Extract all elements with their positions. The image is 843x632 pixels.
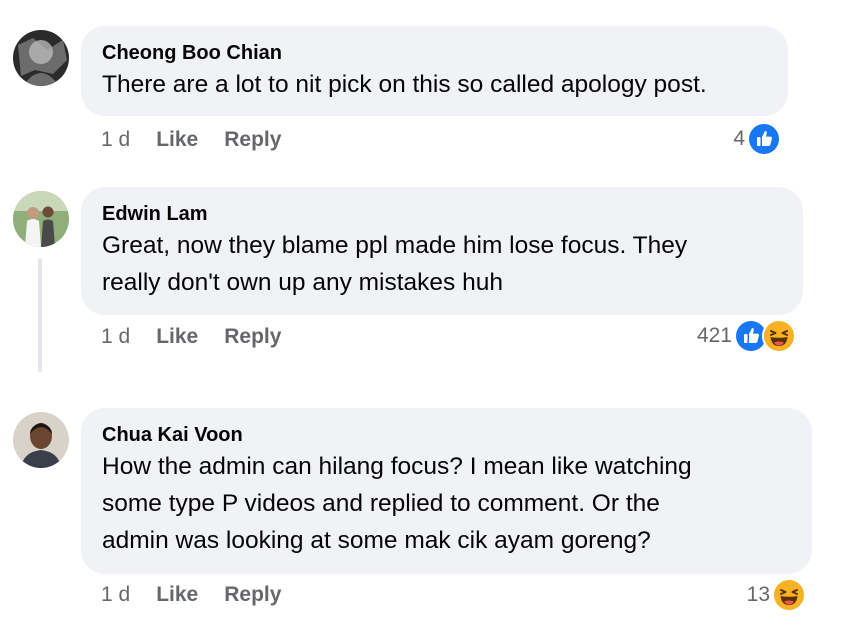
reaction-count: 421 <box>696 324 732 347</box>
reply-button[interactable]: Reply <box>224 583 281 607</box>
comment-bubble: Edwin Lam Great, now they blame ppl made… <box>81 187 803 315</box>
comment-timestamp[interactable]: 1 d <box>101 583 130 607</box>
reaction-count: 13 <box>746 583 770 606</box>
comment-author[interactable]: Edwin Lam <box>102 201 783 227</box>
comment-bubble: Chua Kai Voon How the admin can hilang f… <box>81 408 812 574</box>
reaction-count: 4 <box>733 127 745 150</box>
comment-timestamp[interactable]: 1 d <box>101 128 130 152</box>
reaction-summary[interactable]: 4 <box>733 121 781 157</box>
comment-author[interactable]: Cheong Boo Chian <box>102 40 768 66</box>
like-button[interactable]: Like <box>156 128 198 152</box>
comment-actions: 1 d Like Reply <box>101 580 281 610</box>
comment-actions: 1 d Like Reply <box>101 125 281 155</box>
like-button[interactable]: Like <box>156 325 198 349</box>
comment-timestamp[interactable]: 1 d <box>101 325 130 349</box>
avatar[interactable] <box>13 412 69 468</box>
comment-actions: 1 d Like Reply <box>101 322 281 352</box>
comment-text: Great, now they blame ppl made him lose … <box>102 232 688 296</box>
reply-button[interactable]: Reply <box>224 128 281 152</box>
haha-icon <box>762 319 796 353</box>
reaction-summary[interactable]: 13 <box>747 577 806 613</box>
like-icon <box>747 122 781 156</box>
haha-icon <box>772 578 806 612</box>
thread-line <box>38 258 42 372</box>
reaction-summary[interactable]: 421 <box>697 318 796 354</box>
like-button[interactable]: Like <box>156 583 198 607</box>
avatar[interactable] <box>13 30 69 86</box>
comment-text: How the admin can hilang focus? I mean l… <box>102 453 692 554</box>
comment-bubble: Cheong Boo Chian There are a lot to nit … <box>81 26 788 116</box>
comment-text: There are a lot to nit pick on this so c… <box>102 71 707 98</box>
reply-button[interactable]: Reply <box>224 325 281 349</box>
comment-author[interactable]: Chua Kai Voon <box>102 422 792 448</box>
avatar[interactable] <box>13 191 69 247</box>
